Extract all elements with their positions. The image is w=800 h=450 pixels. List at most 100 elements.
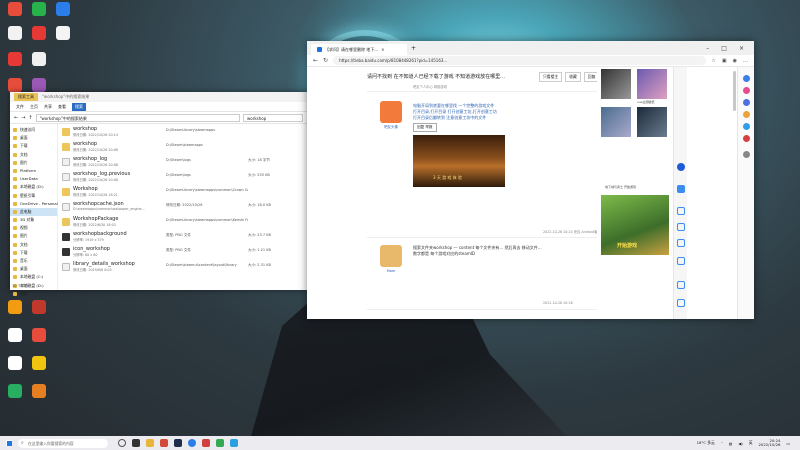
search-tools-tab[interactable]: 搜索工具	[14, 93, 38, 101]
search-result-row[interactable]: Workshop 修改日期: 2022/10/26 18:21 D:\SteamLi…	[62, 186, 307, 201]
nav-item[interactable]: 图片	[10, 159, 57, 167]
share-icon[interactable]	[677, 207, 685, 215]
explorer-search-input[interactable]: workshop	[243, 113, 303, 122]
outlook-icon[interactable]	[743, 135, 750, 142]
task-view-icon[interactable]	[132, 439, 140, 447]
close-icon[interactable]: ×	[739, 45, 744, 52]
nav-item[interactable]: 下载	[10, 249, 57, 257]
nav-item[interactable]: OneDrive - Personal	[10, 200, 58, 208]
nav-item[interactable]: 壁纸引擎	[10, 192, 57, 200]
message-icon[interactable]	[677, 185, 685, 193]
weather-widget[interactable]: 18°C 多云	[697, 440, 715, 446]
desktop-shortcut-icon[interactable]	[26, 78, 52, 93]
ribbon-home[interactable]: 主页	[30, 104, 38, 110]
shopping-icon[interactable]	[743, 87, 750, 94]
nav-item[interactable]: UserData	[10, 175, 57, 183]
address-bar[interactable]: “workshop”中的搜索结果	[35, 113, 240, 122]
url-bar[interactable]: https://tieba.baidu.com/p/8108448261?pid…	[333, 56, 707, 65]
up-icon[interactable]: ↑	[28, 115, 32, 121]
profile-icon[interactable]: ◉	[733, 58, 737, 64]
desktop-shortcut-icon[interactable]	[2, 52, 28, 67]
search-result-row[interactable]: WorkshopPackage 修改日期: 2022/6/30 18:03 D:\S…	[62, 216, 307, 231]
help-icon[interactable]	[677, 281, 685, 289]
search-result-row[interactable]: workshop_log.previous 修改日期: 2022/10/26 20…	[62, 171, 307, 186]
add-icon[interactable]	[743, 151, 750, 158]
tieba-home-icon[interactable]	[677, 163, 685, 171]
nav-item[interactable]: 此电脑	[10, 207, 57, 217]
nav-item[interactable]: 文档	[10, 241, 57, 249]
thumbnail[interactable]	[601, 107, 631, 137]
desktop-shortcut-icon[interactable]	[26, 52, 52, 67]
volume-icon[interactable]: ◀)	[738, 441, 742, 446]
nav-item[interactable]: 音乐	[10, 257, 57, 265]
nav-item[interactable]: 视频	[10, 224, 57, 232]
clock[interactable]: 20:24 2022/10/26	[759, 438, 781, 448]
search-result-row[interactable]: workshop_log 修改日期: 2022/10/26 20:08 D:\Ste…	[62, 156, 307, 171]
ime-indicator[interactable]: 英	[749, 440, 753, 446]
tab-close-icon[interactable]: ×	[381, 47, 384, 52]
desktop-shortcut-icon[interactable]	[2, 2, 28, 17]
windows-start-icon[interactable]	[6, 440, 12, 446]
favorite-button[interactable]: 收藏	[565, 72, 581, 82]
search-result-row[interactable]: workshop 修改日期: 2022/10/26 20:14 D:\SteamLi…	[62, 126, 307, 141]
search-result-row[interactable]: workshopbackground 分辨率: 1919 x 579 类型: PNG…	[62, 231, 307, 246]
desktop-shortcut-icon[interactable]	[2, 384, 28, 399]
nav-item[interactable]: 桌面	[10, 134, 57, 142]
game-ad-banner[interactable]: 开始游戏	[601, 195, 669, 255]
floor1-reply-button[interactable]: 回复 举报	[413, 123, 437, 132]
nav-item[interactable]: 3D 对象	[10, 216, 57, 224]
avatar[interactable]	[380, 245, 402, 267]
desktop-shortcut-icon[interactable]	[2, 356, 28, 371]
edge-icon[interactable]	[188, 439, 196, 447]
nav-item[interactable]: 图片	[10, 232, 57, 240]
ribbon-file[interactable]: 文件	[16, 104, 24, 110]
notification-icon[interactable]: ▭	[786, 441, 790, 446]
nav-item[interactable]: 本地磁盘 (C:)	[10, 273, 57, 281]
nav-item[interactable]: 快速访问	[10, 126, 57, 134]
collections-icon[interactable]: ▣	[722, 58, 727, 64]
back-icon[interactable]: ←	[313, 57, 318, 64]
nav-item[interactable]: 网络	[10, 290, 57, 298]
desktop-shortcut-icon[interactable]	[50, 26, 76, 41]
app-icon[interactable]	[216, 439, 224, 447]
avatar[interactable]	[380, 101, 402, 123]
search-result-row[interactable]: icon_workshop 分辨率: 80 x 80 类型: PNG 文件 大小: 1…	[62, 246, 307, 261]
search-result-row[interactable]: workshopcache.json D:\steamapps\common\wa…	[62, 201, 307, 216]
desktop-shortcut-icon[interactable]	[2, 328, 28, 343]
ribbon-view[interactable]: 查看	[58, 104, 66, 110]
favorites-icon[interactable]: ☆	[711, 58, 715, 64]
back-to-top-icon[interactable]	[677, 299, 685, 307]
more-icon[interactable]: …	[743, 58, 748, 64]
desktop-shortcut-icon[interactable]	[26, 328, 52, 343]
file-explorer-icon[interactable]	[146, 439, 154, 447]
search-result-row[interactable]: library_details_workshop 修改日期: 2019/8/8 0…	[62, 261, 307, 276]
thumbnail[interactable]	[637, 107, 667, 137]
thumbnail[interactable]	[637, 69, 667, 99]
refresh-icon[interactable]: ↻	[323, 57, 328, 64]
games-icon[interactable]	[743, 111, 750, 118]
desktop-shortcut-icon[interactable]	[26, 26, 52, 41]
floor1-username[interactable]: 吧友头像	[384, 125, 398, 130]
game-screenshot[interactable]: 3 天 游 戏 体 验	[413, 135, 505, 187]
desktop-shortcut-icon[interactable]	[50, 2, 76, 17]
steam-icon[interactable]	[174, 439, 182, 447]
forward-icon[interactable]: →	[21, 115, 25, 121]
search-icon[interactable]	[743, 75, 750, 82]
nav-item[interactable]: Platform	[10, 167, 57, 175]
browser-tab[interactable]: 【求问】请在哪里删除 地下... ×	[311, 44, 407, 55]
desktop-shortcut-icon[interactable]	[26, 300, 52, 315]
new-tab-icon[interactable]: +	[411, 45, 416, 52]
network-icon[interactable]: ▤	[729, 441, 733, 446]
tray-chevron-icon[interactable]: ˄	[721, 441, 723, 446]
ribbon-search[interactable]: 搜索	[72, 102, 86, 111]
app-icon[interactable]	[202, 439, 210, 447]
tools-icon[interactable]	[743, 99, 750, 106]
ribbon-share[interactable]: 共享	[44, 104, 52, 110]
page-scrollbar[interactable]	[733, 71, 736, 111]
feedback-icon[interactable]	[677, 239, 685, 247]
mail-icon[interactable]	[677, 257, 685, 265]
taskbar-search-box[interactable]: 在这里输入你要搜索的内容	[18, 438, 108, 448]
desktop-shortcut-icon[interactable]	[2, 300, 28, 315]
nav-item[interactable]: 文档	[10, 151, 57, 159]
desktop-shortcut-icon[interactable]	[2, 26, 28, 41]
